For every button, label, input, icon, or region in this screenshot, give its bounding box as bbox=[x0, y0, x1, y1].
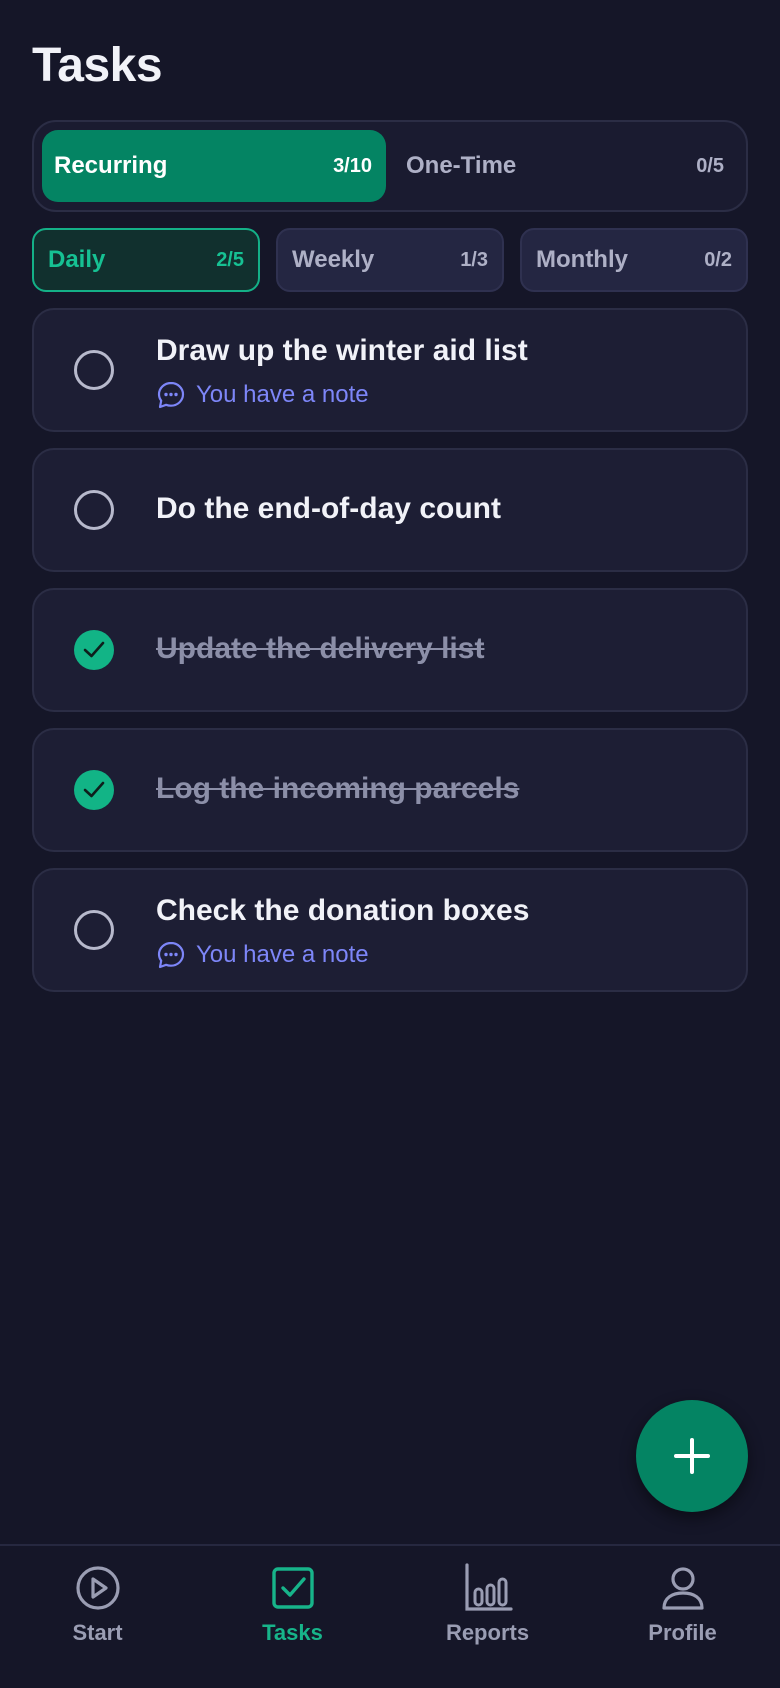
period-chip-monthly[interactable]: Monthly 0/2 bbox=[520, 228, 748, 292]
period-chip-label: Monthly bbox=[536, 246, 628, 273]
segment-onetime[interactable]: One-Time 0/5 bbox=[394, 130, 738, 202]
nav-item-tasks[interactable]: Tasks bbox=[195, 1562, 390, 1662]
add-task-button[interactable] bbox=[636, 1400, 748, 1512]
task-type-segmented-control: Recurring 3/10 One-Time 0/5 bbox=[32, 120, 748, 212]
segment-recurring-count: 3/10 bbox=[333, 154, 372, 177]
task-checkbox[interactable] bbox=[74, 490, 114, 530]
task-checkbox[interactable] bbox=[74, 350, 114, 390]
task-note[interactable]: You have a note bbox=[156, 940, 369, 970]
checkmark-icon bbox=[83, 641, 105, 658]
period-chip-count: 1/3 bbox=[460, 248, 488, 271]
period-chip-daily[interactable]: Daily 2/5 bbox=[32, 228, 260, 292]
task-checkbox[interactable] bbox=[74, 910, 114, 950]
page-title: Tasks bbox=[32, 39, 163, 92]
period-chip-count: 2/5 bbox=[216, 248, 244, 271]
segment-recurring[interactable]: Recurring 3/10 bbox=[42, 130, 386, 202]
task-note-label: You have a note bbox=[196, 381, 369, 408]
task-title: Log the incoming parcels bbox=[156, 772, 520, 805]
segment-onetime-label: One-Time bbox=[406, 152, 517, 179]
task-card[interactable]: Draw up the winter aid list You have a n… bbox=[32, 308, 748, 432]
nav-item-label: Profile bbox=[648, 1620, 717, 1645]
task-note-label: You have a note bbox=[196, 941, 369, 968]
period-chip-label: Weekly bbox=[292, 246, 375, 273]
segment-onetime-count: 0/5 bbox=[696, 154, 724, 177]
checkbox-icon bbox=[267, 1562, 319, 1614]
plus-icon bbox=[674, 1438, 710, 1474]
nav-item-label: Reports bbox=[445, 1620, 530, 1645]
task-card[interactable]: Log the incoming parcels bbox=[32, 728, 748, 852]
checkmark-icon bbox=[83, 781, 105, 798]
task-note[interactable]: You have a note bbox=[156, 380, 369, 410]
nav-item-start[interactable]: Start bbox=[0, 1562, 195, 1662]
task-card[interactable]: Update the delivery list bbox=[32, 588, 748, 712]
task-title: Draw up the winter aid list bbox=[156, 334, 528, 367]
task-checkbox-checked[interactable] bbox=[74, 630, 114, 670]
nav-item-reports[interactable]: Reports bbox=[390, 1562, 585, 1662]
chat-bubble-icon bbox=[156, 940, 186, 970]
play-circle-icon bbox=[72, 1562, 124, 1614]
bar-chart-icon bbox=[462, 1562, 514, 1614]
period-chip-label: Daily bbox=[48, 246, 106, 273]
segment-recurring-label: Recurring bbox=[54, 152, 168, 179]
chat-bubble-icon bbox=[156, 380, 186, 410]
period-chip-count: 0/2 bbox=[704, 248, 732, 271]
task-card[interactable]: Check the donation boxes You have a note bbox=[32, 868, 748, 992]
bottom-navigation: Start Tasks Reports Profile bbox=[0, 1544, 780, 1688]
period-chip-weekly[interactable]: Weekly 1/3 bbox=[276, 228, 504, 292]
nav-item-profile[interactable]: Profile bbox=[585, 1562, 780, 1662]
nav-item-label: Tasks bbox=[262, 1620, 323, 1645]
user-icon bbox=[657, 1562, 709, 1614]
task-title: Update the delivery list bbox=[156, 632, 485, 665]
task-title: Do the end-of-day count bbox=[156, 492, 501, 525]
tasks-screen: Tasks Recurring 3/10 One-Time 0/5 Daily … bbox=[0, 0, 780, 1688]
task-title: Check the donation boxes bbox=[156, 894, 530, 927]
task-checkbox-checked[interactable] bbox=[74, 770, 114, 810]
task-card[interactable]: Do the end-of-day count bbox=[32, 448, 748, 572]
nav-item-label: Start bbox=[72, 1620, 123, 1645]
